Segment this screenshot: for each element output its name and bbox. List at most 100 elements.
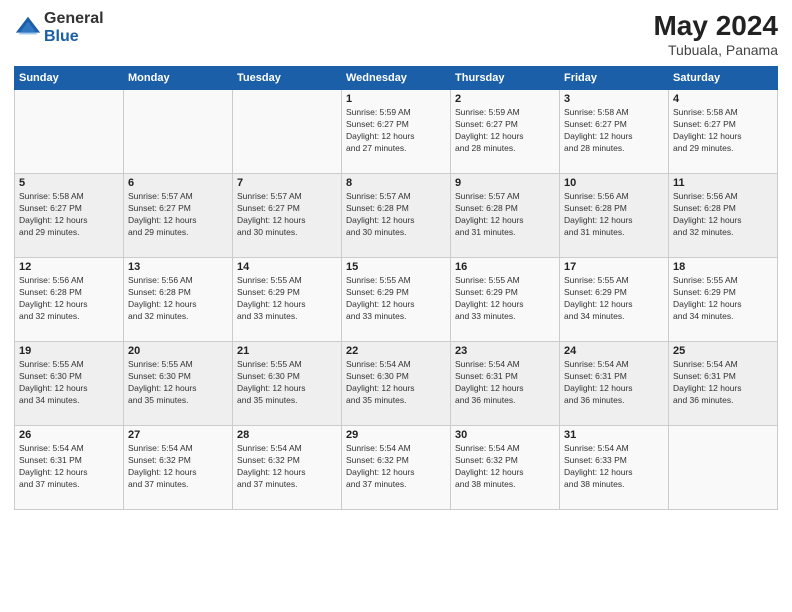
day-number: 11 [673,177,773,189]
day-number: 23 [455,345,555,357]
table-row [669,426,778,510]
weekday-monday: Monday [124,67,233,90]
calendar-week-row: 5 Sunrise: 5:58 AMSunset: 6:27 PMDaylight… [15,174,778,258]
day-number: 5 [19,177,119,189]
table-row: 6 Sunrise: 5:57 AMSunset: 6:27 PMDaylight… [124,174,233,258]
table-row: 28 Sunrise: 5:54 AMSunset: 6:32 PMDayligh… [233,426,342,510]
day-info: Sunrise: 5:54 AMSunset: 6:31 PMDaylight:… [19,443,119,491]
day-number: 1 [346,93,446,105]
table-row: 26 Sunrise: 5:54 AMSunset: 6:31 PMDayligh… [15,426,124,510]
table-row: 4Sunrise: 5:58 AMSunset: 6:27 PMDaylight… [669,90,778,174]
day-info: Sunrise: 5:56 AMSunset: 6:28 PMDaylight:… [128,275,228,323]
table-row: 22 Sunrise: 5:54 AMSunset: 6:30 PMDayligh… [342,342,451,426]
day-number: 16 [455,261,555,273]
logo: General Blue [14,10,104,45]
page: General Blue May 2024 Tubuala, Panama Su… [0,0,792,612]
day-number: 6 [128,177,228,189]
calendar-header: Sunday Monday Tuesday Wednesday Thursday… [15,67,778,90]
day-number: 22 [346,345,446,357]
logo-general-text: General [44,10,104,28]
table-row: 21Sunrise: 5:55 AMSunset: 6:30 PMDayligh… [233,342,342,426]
table-row [15,90,124,174]
day-info: Sunrise: 5:55 AMSunset: 6:29 PMDaylight:… [346,275,446,323]
table-row: 23 Sunrise: 5:54 AMSunset: 6:31 PMDayligh… [451,342,560,426]
day-info: Sunrise: 5:57 AMSunset: 6:27 PMDaylight:… [237,191,337,239]
day-info: Sunrise: 5:54 AMSunset: 6:33 PMDaylight:… [564,443,664,491]
table-row: 29 Sunrise: 5:54 AMSunset: 6:32 PMDayligh… [342,426,451,510]
day-info: Sunrise: 5:56 AMSunset: 6:28 PMDaylight:… [673,191,773,239]
table-row: 31 Sunrise: 5:54 AMSunset: 6:33 PMDayligh… [560,426,669,510]
day-info: Sunrise: 5:57 AMSunset: 6:28 PMDaylight:… [455,191,555,239]
weekday-saturday: Saturday [669,67,778,90]
weekday-friday: Friday [560,67,669,90]
month-title: May 2024 [653,10,778,42]
day-info: Sunrise: 5:58 AMSunset: 6:27 PMDaylight:… [19,191,119,239]
table-row: 5 Sunrise: 5:58 AMSunset: 6:27 PMDaylight… [15,174,124,258]
calendar-week-row: 12 Sunrise: 5:56 AMSunset: 6:28 PMDayligh… [15,258,778,342]
table-row: 14Sunrise: 5:55 AMSunset: 6:29 PMDayligh… [233,258,342,342]
table-row [124,90,233,174]
calendar-week-row: 19Sunrise: 5:55 AMSunset: 6:30 PMDayligh… [15,342,778,426]
calendar-week-row: 1 Sunrise: 5:59 AMSunset: 6:27 PMDaylight… [15,90,778,174]
table-row: 7 Sunrise: 5:57 AMSunset: 6:27 PMDaylight… [233,174,342,258]
table-row: 8Sunrise: 5:57 AMSunset: 6:28 PMDaylight… [342,174,451,258]
day-number: 10 [564,177,664,189]
table-row: 3Sunrise: 5:58 AMSunset: 6:27 PMDaylight… [560,90,669,174]
table-row: 20Sunrise: 5:55 AMSunset: 6:30 PMDayligh… [124,342,233,426]
day-number: 15 [346,261,446,273]
day-info: Sunrise: 5:59 AMSunset: 6:27 PMDaylight:… [455,107,555,155]
day-info: Sunrise: 5:54 AMSunset: 6:31 PMDaylight:… [673,359,773,407]
table-row: 12 Sunrise: 5:56 AMSunset: 6:28 PMDayligh… [15,258,124,342]
day-info: Sunrise: 5:55 AMSunset: 6:29 PMDaylight:… [455,275,555,323]
day-number: 27 [128,429,228,441]
table-row: 15 Sunrise: 5:55 AMSunset: 6:29 PMDayligh… [342,258,451,342]
table-row: 11 Sunrise: 5:56 AMSunset: 6:28 PMDayligh… [669,174,778,258]
calendar-week-row: 26 Sunrise: 5:54 AMSunset: 6:31 PMDayligh… [15,426,778,510]
day-number: 28 [237,429,337,441]
day-info: Sunrise: 5:57 AMSunset: 6:28 PMDaylight:… [346,191,446,239]
day-number: 29 [346,429,446,441]
location-subtitle: Tubuala, Panama [653,42,778,58]
day-info: Sunrise: 5:54 AMSunset: 6:32 PMDaylight:… [128,443,228,491]
logo-blue-text: Blue [44,28,104,46]
day-info: Sunrise: 5:58 AMSunset: 6:27 PMDaylight:… [564,107,664,155]
title-block: May 2024 Tubuala, Panama [653,10,778,58]
calendar-body: 1 Sunrise: 5:59 AMSunset: 6:27 PMDaylight… [15,90,778,510]
table-row: 17Sunrise: 5:55 AMSunset: 6:29 PMDayligh… [560,258,669,342]
weekday-sunday: Sunday [15,67,124,90]
logo-icon [14,14,42,42]
table-row: 30Sunrise: 5:54 AMSunset: 6:32 PMDayligh… [451,426,560,510]
table-row: 16 Sunrise: 5:55 AMSunset: 6:29 PMDayligh… [451,258,560,342]
table-row: 24Sunrise: 5:54 AMSunset: 6:31 PMDayligh… [560,342,669,426]
weekday-wednesday: Wednesday [342,67,451,90]
day-number: 31 [564,429,664,441]
day-number: 26 [19,429,119,441]
table-row: 13 Sunrise: 5:56 AMSunset: 6:28 PMDayligh… [124,258,233,342]
day-info: Sunrise: 5:55 AMSunset: 6:29 PMDaylight:… [237,275,337,323]
day-number: 21 [237,345,337,357]
day-info: Sunrise: 5:57 AMSunset: 6:27 PMDaylight:… [128,191,228,239]
day-number: 12 [19,261,119,273]
day-info: Sunrise: 5:56 AMSunset: 6:28 PMDaylight:… [19,275,119,323]
header: General Blue May 2024 Tubuala, Panama [14,10,778,58]
day-info: Sunrise: 5:54 AMSunset: 6:31 PMDaylight:… [455,359,555,407]
day-info: Sunrise: 5:54 AMSunset: 6:32 PMDaylight:… [346,443,446,491]
table-row [233,90,342,174]
table-row: 25 Sunrise: 5:54 AMSunset: 6:31 PMDayligh… [669,342,778,426]
day-number: 13 [128,261,228,273]
day-number: 25 [673,345,773,357]
day-info: Sunrise: 5:56 AMSunset: 6:28 PMDaylight:… [564,191,664,239]
day-info: Sunrise: 5:54 AMSunset: 6:32 PMDaylight:… [455,443,555,491]
day-info: Sunrise: 5:54 AMSunset: 6:30 PMDaylight:… [346,359,446,407]
day-info: Sunrise: 5:54 AMSunset: 6:32 PMDaylight:… [237,443,337,491]
day-info: Sunrise: 5:55 AMSunset: 6:30 PMDaylight:… [19,359,119,407]
weekday-tuesday: Tuesday [233,67,342,90]
day-number: 4 [673,93,773,105]
table-row: 19Sunrise: 5:55 AMSunset: 6:30 PMDayligh… [15,342,124,426]
calendar-table: Sunday Monday Tuesday Wednesday Thursday… [14,66,778,510]
weekday-row: Sunday Monday Tuesday Wednesday Thursday… [15,67,778,90]
day-number: 2 [455,93,555,105]
table-row: 10 Sunrise: 5:56 AMSunset: 6:28 PMDayligh… [560,174,669,258]
day-number: 20 [128,345,228,357]
day-number: 7 [237,177,337,189]
